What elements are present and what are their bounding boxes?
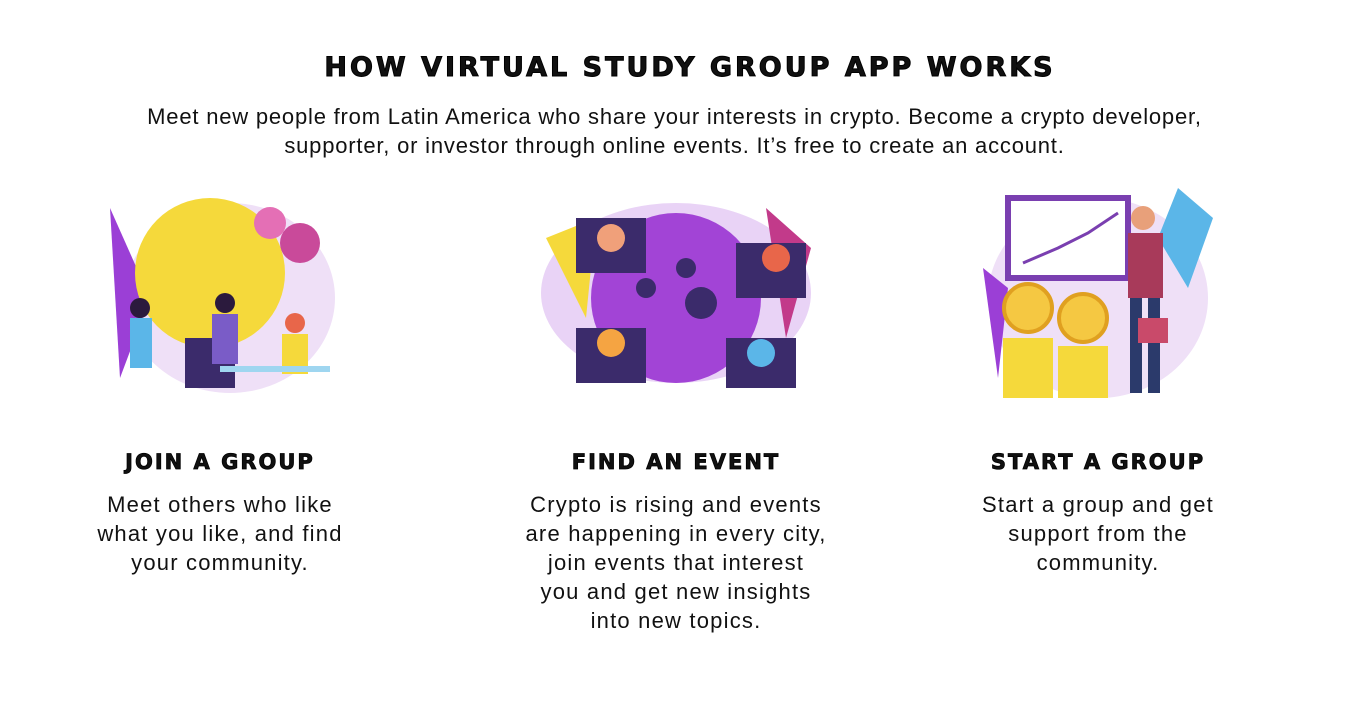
description-line: Meet others who like [107, 492, 333, 517]
description-line: into new topics. [590, 608, 762, 633]
description-line: are happening in every city, [525, 521, 827, 546]
step-heading: JOIN A GROUP [125, 450, 315, 475]
description-line: join events that interest [547, 550, 805, 575]
step-find-event: FIND AN EVENT Crypto is rising and event… [466, 178, 886, 635]
step-heading: FIND AN EVENT [571, 450, 781, 475]
description-line: your community. [131, 550, 309, 575]
description-line: you and get new insights [540, 579, 812, 604]
description-line: support from the [1008, 521, 1188, 546]
subtitle-line: Meet new people from Latin America who s… [147, 104, 1202, 129]
lightbulb-team-illustration [110, 198, 335, 393]
globe-video-call-illustration [541, 203, 811, 388]
step-description: Meet others who like what you like, and … [10, 490, 430, 577]
step-description: Start a group and get support from the c… [888, 490, 1308, 577]
subtitle-line: supporter, or investor through online ev… [284, 133, 1065, 158]
step-heading: START A GROUP [990, 450, 1206, 475]
description-line: what you like, and find [97, 521, 343, 546]
page-subtitle: Meet new people from Latin America who s… [0, 102, 1349, 160]
description-line: Crypto is rising and events [530, 492, 822, 517]
coins-presentation-illustration [983, 188, 1213, 398]
step-description: Crypto is rising and events are happenin… [466, 490, 886, 635]
description-line: community. [1036, 550, 1160, 575]
step-start-group: START A GROUP Start a group and get supp… [888, 178, 1308, 577]
description-line: Start a group and get [982, 492, 1214, 517]
page-title: HOW VIRTUAL STUDY GROUP APP WORKS [324, 52, 1056, 84]
step-join-group: JOIN A GROUP Meet others who like what y… [10, 178, 430, 577]
